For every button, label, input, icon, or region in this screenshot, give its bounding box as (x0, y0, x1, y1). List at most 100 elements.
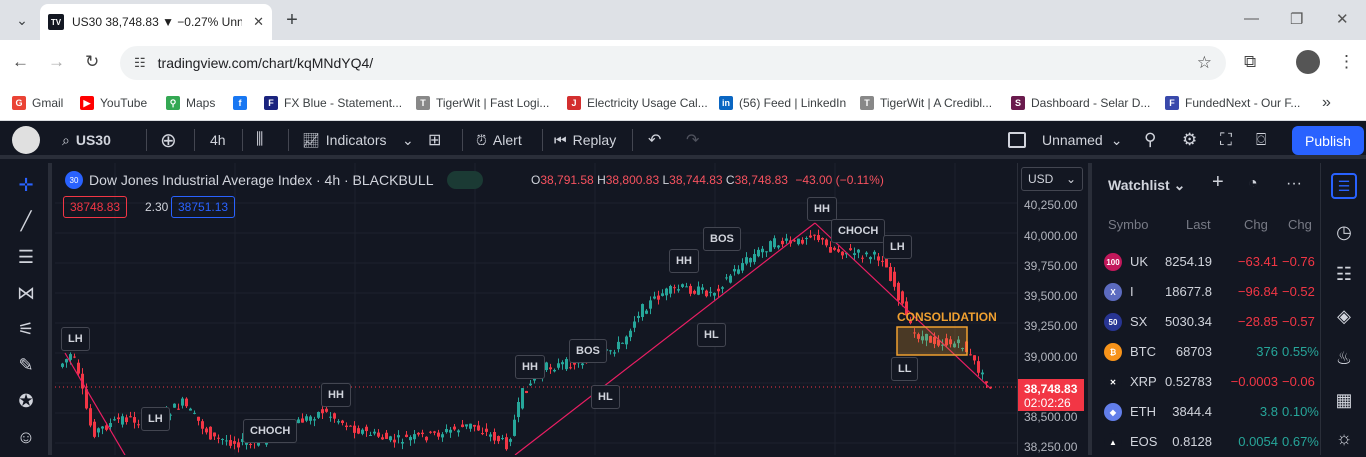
hotlist-flame-icon[interactable]: ♨ (1331, 345, 1357, 371)
trend-line-icon[interactable]: ╱ (14, 209, 38, 233)
bookmark-item[interactable]: J Electricity Usage Cal... (567, 92, 708, 114)
watchlist-icon[interactable]: ☰ (1331, 173, 1357, 199)
site-settings-icon[interactable]: ☷ (134, 55, 146, 71)
browser-menu-icon[interactable]: ⋮ (1338, 52, 1355, 72)
sell-price-button[interactable]: 38748.83 (63, 196, 128, 218)
bookmark-item[interactable]: S Dashboard - Selar D... (1011, 92, 1150, 114)
interval-button[interactable]: 4h (210, 129, 226, 151)
horizontal-lines-icon[interactable]: ☰ (14, 245, 38, 269)
candle-body (901, 291, 904, 304)
fullscreen-icon[interactable]: ⛶ (1220, 129, 1232, 151)
bookmark-item[interactable]: T TigerWit | Fast Logi... (416, 92, 549, 114)
annotation-icon[interactable]: ✪ (14, 389, 38, 413)
label-lh[interactable]: LH (141, 407, 170, 431)
omnibox[interactable]: ☷ tradingview.com/chart/kqMNdYQ4/ ☆ (120, 46, 1226, 80)
bookmark-item[interactable]: in (56) Feed | LinkedIn (719, 92, 846, 114)
alert-button[interactable]: ⏰︎ Alert (476, 129, 522, 151)
brush-icon[interactable]: ✎ (14, 353, 38, 377)
replay-button[interactable]: ⏮︎ Replay (554, 129, 616, 151)
bookmark-item[interactable]: ⚲ Maps (166, 92, 215, 114)
label-hl[interactable]: HL (697, 323, 726, 347)
more-options-icon[interactable]: ··· (1286, 175, 1302, 193)
advanced-view-icon[interactable]: ◔ (1248, 175, 1258, 193)
label-hh[interactable]: HH (669, 249, 699, 273)
pattern-tool-icon[interactable]: ⋈ (14, 281, 38, 305)
buy-price-button[interactable]: 38751.13 (171, 196, 236, 218)
back-arrow-icon[interactable]: ← (12, 52, 29, 72)
watchlist-title[interactable]: Watchlist ⌄ (1108, 177, 1185, 194)
column-header-symbol[interactable]: Symbo (1108, 217, 1148, 232)
chart-pane[interactable]: 30 Dow Jones Industrial Average Index · … (55, 163, 1017, 455)
compare-plus-icon[interactable]: ⊕ (160, 129, 177, 152)
reload-icon[interactable]: ↻ (85, 52, 99, 72)
watchlist-row[interactable]: ₿ BTC 68703 376 0.55% (1092, 337, 1324, 367)
emoji-icon[interactable]: ☺ (14, 425, 38, 449)
label-bos[interactable]: BOS (703, 227, 741, 251)
label-hh[interactable]: HH (807, 197, 837, 221)
bookmark-item[interactable]: F FundedNext - Our F... (1165, 92, 1300, 114)
minimize-icon[interactable]: — (1244, 10, 1259, 27)
watchlist-row[interactable]: ✕ XRP 0.52783 −0.0003 −0.06 (1092, 367, 1324, 397)
tab-close-icon[interactable]: ✕ (253, 14, 264, 30)
layers-icon[interactable]: ◈ (1331, 303, 1357, 329)
browser-tab[interactable]: TV US30 38,748.83 ▼ −0.27% Unn ✕ (40, 4, 272, 40)
undo-icon[interactable]: ↶ (648, 129, 661, 151)
bookmark-item[interactable]: f (233, 92, 253, 114)
camera-snapshot-icon[interactable]: ⌼ (1256, 129, 1266, 151)
watchlist-row[interactable]: 50 SX 5030.34 −28.85 −0.57 (1092, 307, 1324, 337)
publish-button[interactable]: Publish (1292, 126, 1364, 155)
layout-button[interactable]: Unnamed ⌄ (1008, 129, 1122, 151)
bookmark-item[interactable]: G Gmail (12, 92, 63, 114)
column-header-last[interactable]: Last (1186, 217, 1211, 232)
label-ll[interactable]: LL (891, 357, 919, 381)
news-icon[interactable]: ☷ (1331, 261, 1357, 287)
add-symbol-plus-icon[interactable]: + (1212, 171, 1224, 194)
settings-gear-icon[interactable]: ⚙ (1182, 129, 1197, 151)
watchlist-row[interactable]: ◆ ETH 3844.4 3.8 0.10% (1092, 397, 1324, 427)
label-choch[interactable]: CHOCH (831, 219, 886, 243)
price-axis[interactable]: USD ⌄ 40,250.00 40,000.00 39,750.00 39,50… (1017, 163, 1087, 455)
crosshair-icon[interactable]: ✛ (14, 173, 38, 197)
extensions-icon[interactable]: ⧉ (1244, 52, 1256, 72)
bookmarks-overflow-icon[interactable]: » (1322, 92, 1331, 114)
templates-grid-icon[interactable]: ⊞ (428, 129, 441, 151)
label-hh[interactable]: HH (321, 383, 351, 407)
column-header-chg-percent[interactable]: Chg (1288, 217, 1312, 232)
redo-icon[interactable]: ↷ (686, 129, 699, 151)
column-header-chg[interactable]: Chg (1244, 217, 1268, 232)
bookmark-star-icon[interactable]: ☆ (1197, 53, 1212, 73)
calendar-icon[interactable]: ▦ (1331, 387, 1357, 413)
profile-avatar[interactable] (1296, 50, 1320, 74)
label-bos[interactable]: BOS (569, 339, 607, 363)
bookmark-item[interactable]: F FX Blue - Statement... (264, 92, 402, 114)
forward-arrow-icon[interactable]: → (48, 52, 65, 72)
watchlist-row[interactable]: ▲ EOS 0.8128 0.0054 0.67% (1092, 427, 1324, 457)
window-close-icon[interactable]: ✕ (1336, 10, 1349, 28)
chart-title[interactable]: Dow Jones Industrial Average Index · 4h … (89, 172, 433, 188)
new-tab-plus-icon[interactable]: + (278, 6, 306, 34)
label-hl[interactable]: HL (591, 385, 620, 409)
market-status-icon[interactable] (447, 171, 484, 189)
watchlist-row[interactable]: X I 18677.8 −96.84 −0.52 (1092, 277, 1324, 307)
quick-search-icon[interactable]: ⚲ (1144, 129, 1156, 151)
indicators-dropdown-icon[interactable]: ⌄ (402, 129, 414, 151)
ideas-lightbulb-icon[interactable]: ☼ (1331, 425, 1357, 451)
candle-type-icon[interactable]: ⫼ (256, 129, 263, 151)
consolidation-label[interactable]: CONSOLIDATION (897, 310, 997, 324)
label-choch[interactable]: CHOCH (243, 419, 298, 443)
restore-icon[interactable]: ❐ (1290, 10, 1303, 28)
indicators-button[interactable]: 📈︎ Indicators (302, 129, 386, 151)
watchlist-row[interactable]: 100 UK 8254.19 −63.41 −0.76 (1092, 247, 1324, 277)
label-hh[interactable]: HH (515, 355, 545, 379)
tab-search-chevron-icon[interactable]: ⌄ (8, 6, 36, 34)
url-text[interactable]: tradingview.com/chart/kqMNdYQ4/ (158, 55, 374, 71)
symbol-search-button[interactable]: ⌕ US30 (62, 129, 111, 151)
bookmark-item[interactable]: ▶ YouTube (80, 92, 147, 114)
user-avatar[interactable] (12, 126, 40, 154)
bookmark-item[interactable]: T TigerWit | A Credibl... (860, 92, 992, 114)
label-lh[interactable]: LH (61, 327, 90, 351)
alerts-clock-icon[interactable]: ◷ (1331, 219, 1357, 245)
currency-select[interactable]: USD ⌄ (1021, 167, 1083, 191)
fib-tool-icon[interactable]: ⚟ (14, 317, 38, 341)
label-lh[interactable]: LH (883, 235, 912, 259)
